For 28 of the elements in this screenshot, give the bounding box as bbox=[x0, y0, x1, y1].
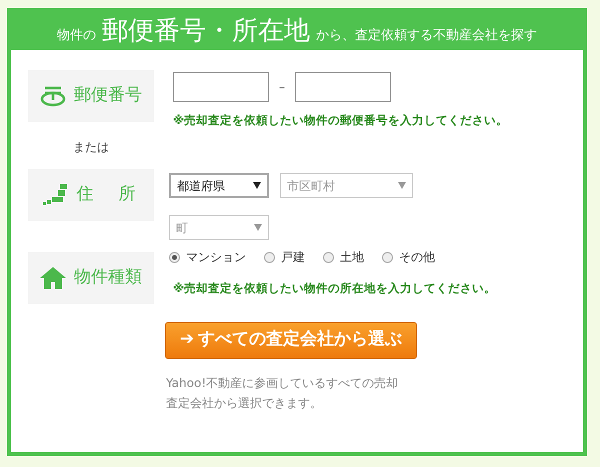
radio-option[interactable]: マンション bbox=[169, 248, 246, 266]
caret-icon bbox=[253, 182, 261, 190]
caret-icon bbox=[254, 224, 262, 232]
header-title: 郵便番号・所在地 bbox=[102, 15, 310, 48]
radio-option[interactable]: 戸建 bbox=[264, 248, 305, 266]
address-note: ※売却査定を依頼したい物件の所在地を入力してください。 bbox=[173, 280, 498, 298]
radio-option[interactable]: その他 bbox=[382, 248, 435, 266]
separator: – bbox=[279, 79, 285, 96]
header-text: から、査定依頼する不動産会社を探す bbox=[316, 27, 537, 45]
postal-code-field[interactable] bbox=[295, 72, 391, 102]
radio-option[interactable]: 土地 bbox=[323, 248, 364, 266]
header-text: 物件の bbox=[57, 27, 96, 45]
postal-label: 郵便番号 bbox=[28, 70, 154, 122]
radio-button[interactable] bbox=[323, 252, 334, 263]
postal-code-field[interactable] bbox=[173, 72, 269, 102]
radio-button[interactable] bbox=[264, 252, 275, 263]
radio-button[interactable] bbox=[169, 252, 180, 263]
or-text: または bbox=[72, 139, 110, 156]
postal-note: ※売却査定を依頼したい物件の郵便番号を入力してください。 bbox=[173, 112, 508, 129]
property-type-label: 物件種類 bbox=[28, 252, 154, 304]
caret-icon bbox=[398, 182, 406, 190]
house-icon bbox=[40, 267, 66, 289]
postal-mark-icon bbox=[40, 85, 66, 107]
description-text: Yahoo!不動産に参画しているすべての売却査定会社から選択できます。 bbox=[166, 374, 400, 412]
dropdown[interactable]: 都道府県 bbox=[169, 173, 269, 198]
address-label: 住 所 bbox=[28, 169, 154, 221]
map-icon bbox=[42, 183, 68, 207]
radio-button[interactable] bbox=[382, 252, 393, 263]
